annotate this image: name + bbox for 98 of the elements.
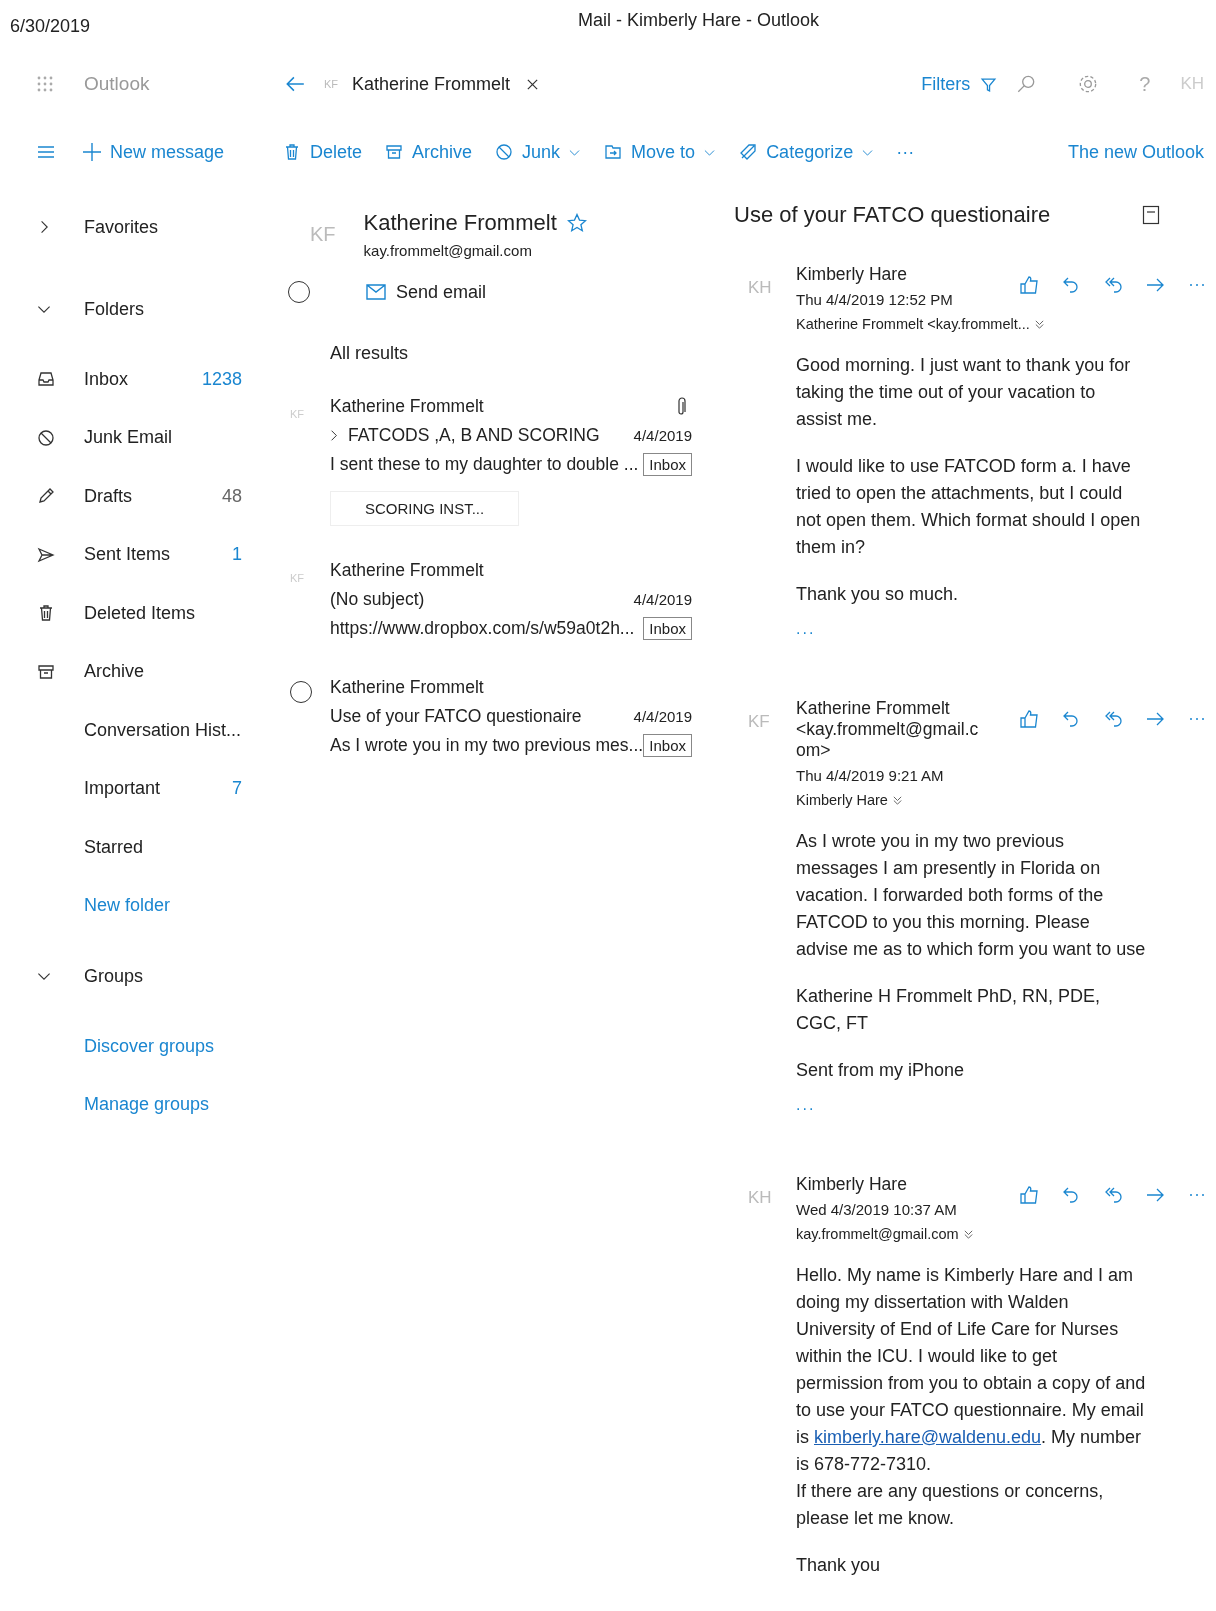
message-subject: (No subject) — [330, 589, 425, 610]
message-date: Thu 4/4/2019 12:52 PM — [796, 291, 954, 308]
plus-icon — [82, 142, 102, 162]
sender-name: Katherine Frommelt — [330, 396, 484, 417]
unread-count: 7 — [231, 778, 242, 800]
avatar-initials: KH — [748, 1187, 773, 1209]
recipient: Katherine Frommelt <kay.frommelt... — [796, 316, 1030, 332]
avatar-initials: KH — [748, 277, 773, 299]
unread-count: 1 — [231, 544, 242, 566]
blocked-icon — [494, 142, 515, 162]
message-subject: FATCODS ,A, B AND SCORING — [348, 425, 600, 446]
toolbar-button[interactable]: Move to — [603, 141, 717, 163]
show-more-button[interactable]: ... — [796, 620, 816, 638]
collapse-icon[interactable] — [1142, 205, 1160, 225]
sender-name: Katherine Frommelt <kay.frommelt@gmail.com> — [796, 698, 980, 761]
sender-name: Kimberly Hare — [796, 264, 908, 285]
thumbs-up-icon[interactable] — [1018, 1184, 1040, 1206]
message-date: 4/4/2019 — [633, 427, 692, 444]
message-paragraph: As I wrote you in my two previous messages I am presently in Florida on vacation. I forwarded both forms of the FATCOD to you this morning. Please advise me as to which form you want to use — [796, 830, 1146, 961]
message-preview: https://www.dropbox.com/s/w59a0t2h... — [330, 618, 635, 639]
email-link[interactable]: kimberly.hare@waldenu.edu — [814, 1427, 1042, 1447]
message-preview: I sent these to my daughter to double ... — [330, 454, 639, 475]
search-result-item[interactable]: Katherine Frommelt Use of your FATCO questionaire 4/4/2019 As I wrote you in my two previous mes... Inbox — [282, 673, 722, 760]
sidebar-link[interactable]: Manage groups — [84, 1094, 282, 1116]
folder-arrow-icon — [603, 142, 624, 162]
search-query: Katherine Frommelt — [352, 73, 511, 95]
section-header[interactable]: Groups — [84, 965, 144, 987]
folder-item[interactable]: Deleted Items — [84, 602, 282, 624]
conversation-subject: Use of your FATCO questionaire — [734, 202, 1051, 228]
filters-button[interactable]: Filters — [921, 73, 971, 95]
sender-name: Kimberly Hare — [796, 1174, 908, 1195]
chevron-right-icon[interactable] — [330, 429, 338, 442]
toolbar-button[interactable]: Archive — [384, 141, 473, 163]
toolbar-button[interactable]: Delete — [282, 141, 363, 163]
sidebar-link[interactable]: New folder — [84, 895, 282, 917]
toolbar-button[interactable]: Junk — [494, 141, 582, 163]
recipient: kay.frommelt@gmail.com — [796, 1226, 959, 1242]
avatar-initials: KF — [324, 78, 339, 90]
folder-item[interactable]: Inbox — [84, 368, 198, 390]
folder-tag: Inbox — [643, 453, 692, 476]
message-paragraph: Katherine H Frommelt PhD, RN, PDE, CGC, FT — [796, 985, 1102, 1035]
unread-count: 48 — [220, 485, 242, 507]
section-header[interactable]: Folders — [84, 298, 145, 320]
tag-icon — [738, 142, 759, 162]
double-chevron-icon[interactable] — [1033, 318, 1045, 330]
double-chevron-icon[interactable] — [962, 1228, 974, 1240]
new-outlook-link[interactable]: The new Outlook — [1067, 141, 1204, 163]
avatar-initials: KF — [748, 711, 771, 733]
contact-email: kay.frommelt@gmail.com — [363, 242, 533, 259]
contact-name: Katherine Frommelt — [363, 210, 557, 236]
archive-icon — [384, 142, 405, 162]
blocked-icon — [36, 427, 56, 448]
message-paragraph: Good morning. I just want to thank you for taking the time out of your vacation to assist me. — [796, 354, 1132, 431]
page-title: Mail - Kimberly Hare - Outlook — [578, 10, 820, 31]
unread-count: 1238 — [200, 368, 242, 390]
double-chevron-icon[interactable] — [891, 794, 903, 806]
thumbs-up-icon[interactable] — [1018, 274, 1040, 296]
star-icon[interactable] — [566, 213, 587, 233]
folder-item[interactable]: Junk Email — [84, 427, 282, 449]
message-paragraph: Hello. My name is Kimberly Hare and I am doing my dissertation with Walden University of End of Life Care for Nurses within the ICU. I would like to get permission from you to obtain a copy of and to use your FATCO questionnaire. My email is kimberly.hare@waldenu.edu. My number is 678-772-7310. If there are any questions or concerns, please let me know. — [796, 1264, 1146, 1530]
sidebar-link[interactable]: Discover groups — [84, 1035, 282, 1057]
message-paragraph: Thank you — [796, 1554, 882, 1577]
paperclip-icon — [676, 396, 686, 417]
message-paragraph: Sent from my iPhone — [796, 1059, 966, 1082]
show-more-button[interactable]: ... — [796, 1096, 816, 1114]
print-date: 6/30/2019 — [10, 16, 91, 37]
folder-tag: Inbox — [643, 734, 692, 757]
sender-name: Katherine Frommelt — [330, 560, 484, 581]
envelope-icon — [366, 284, 386, 300]
results-heading: All results — [330, 343, 410, 364]
message-subject: Use of your FATCO questionaire — [330, 706, 582, 727]
app-launcher-icon[interactable] — [36, 75, 54, 93]
message-date: Wed 4/3/2019 10:37 AM — [796, 1201, 958, 1218]
folder-item[interactable]: Drafts — [84, 485, 198, 507]
toolbar-button[interactable]: Categorize — [738, 141, 875, 163]
thumbs-up-icon[interactable] — [1018, 708, 1040, 730]
message-paragraph: I would like to use FATCOD form a. I have tried to open the attachments, but I could not open them. Which format should I open them in? — [796, 455, 1142, 559]
folder-tag: Inbox — [643, 617, 692, 640]
sender-name: Katherine Frommelt — [330, 677, 484, 698]
attachment-chip[interactable]: SCORING INST... — [330, 491, 520, 526]
folder-item[interactable]: Archive — [84, 661, 282, 683]
folder-item[interactable]: Conversation Hist... — [84, 719, 282, 741]
message-paragraph: Thank you so much. — [796, 583, 960, 606]
send-email-button[interactable]: Send email — [366, 281, 487, 303]
message-date: 4/4/2019 — [633, 708, 692, 725]
close-icon[interactable] — [526, 77, 540, 91]
avatar-initials: KF — [310, 223, 336, 246]
message-date: 4/4/2019 — [633, 591, 692, 608]
folder-item[interactable]: Important — [84, 778, 198, 800]
recipient: Kimberly Hare — [796, 792, 888, 808]
folder-item[interactable]: Sent Items — [84, 544, 198, 566]
folder-item[interactable]: Starred — [84, 836, 282, 858]
app-name: Outlook — [84, 73, 150, 95]
message-date: Thu 4/4/2019 9:21 AM — [796, 767, 945, 784]
message-preview: As I wrote you in my two previous mes... — [330, 735, 644, 756]
new-message-button[interactable]: New message — [82, 141, 225, 163]
section-header[interactable]: Favorites — [84, 216, 159, 238]
more-button[interactable]: ··· — [896, 141, 915, 163]
